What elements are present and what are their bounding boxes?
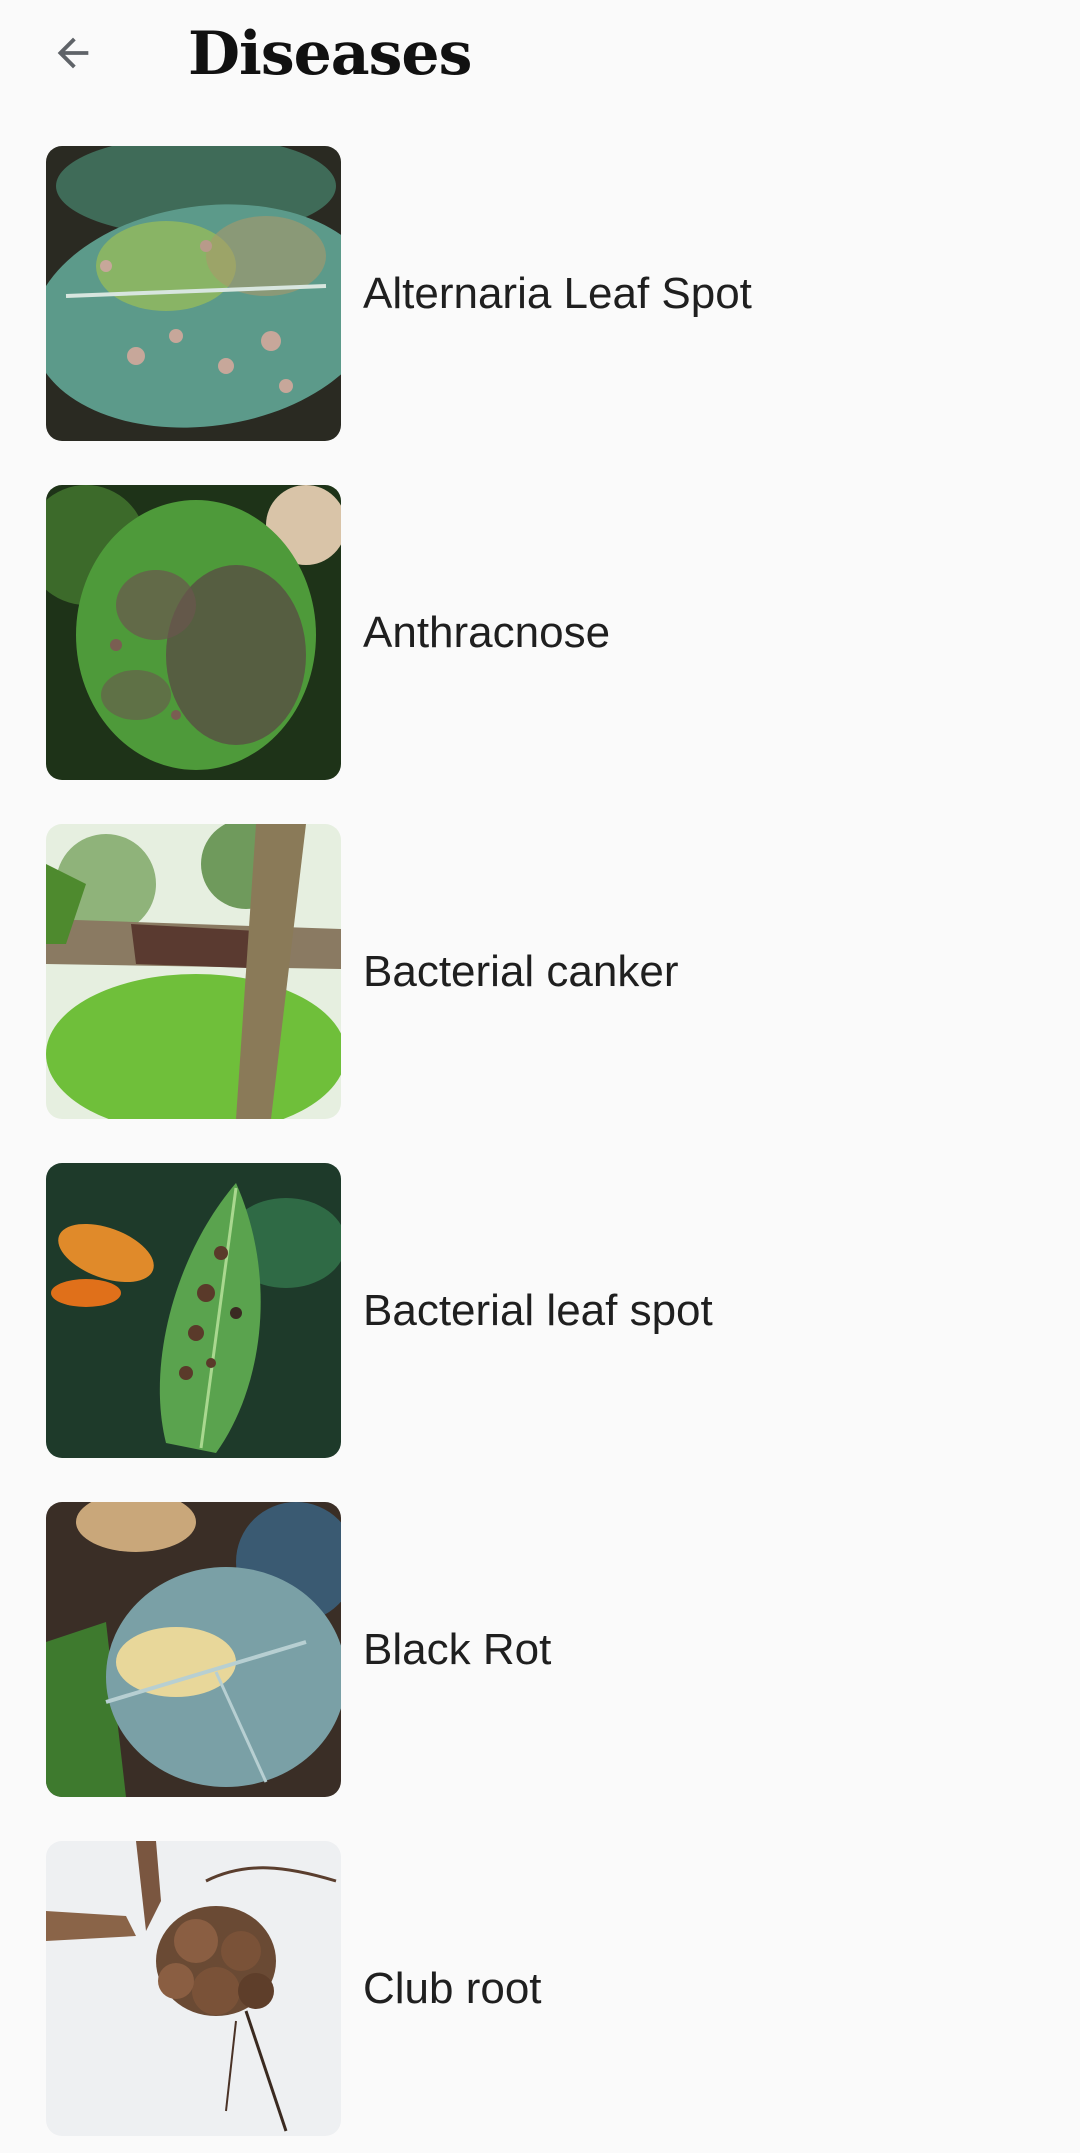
arrow-left-icon [57, 37, 89, 69]
disease-thumbnail [46, 146, 341, 441]
disease-thumbnail [46, 1502, 341, 1797]
disease-thumbnail [46, 1841, 341, 2136]
list-item[interactable]: Black Rot [0, 1502, 1080, 1798]
disease-thumbnail [46, 485, 341, 780]
disease-name: Bacterial leaf spot [363, 1285, 713, 1335]
list-item[interactable]: Alternaria Leaf Spot [0, 146, 1080, 442]
page-title: Diseases [188, 19, 472, 89]
list-item[interactable]: Bacterial leaf spot [0, 1163, 1080, 1459]
disease-thumbnail [46, 824, 341, 1119]
disease-thumbnail [46, 1163, 341, 1458]
app-bar: Diseases [0, 0, 1080, 115]
back-button[interactable] [38, 18, 108, 88]
disease-name: Alternaria Leaf Spot [363, 268, 752, 318]
list-item[interactable]: Bacterial canker [0, 824, 1080, 1120]
disease-name: Black Rot [363, 1624, 552, 1674]
disease-name: Bacterial canker [363, 946, 679, 996]
list-item[interactable]: Anthracnose [0, 485, 1080, 781]
list-item[interactable]: Club root [0, 1841, 1080, 2137]
disease-name: Club root [363, 1963, 542, 2013]
disease-name: Anthracnose [363, 607, 611, 657]
